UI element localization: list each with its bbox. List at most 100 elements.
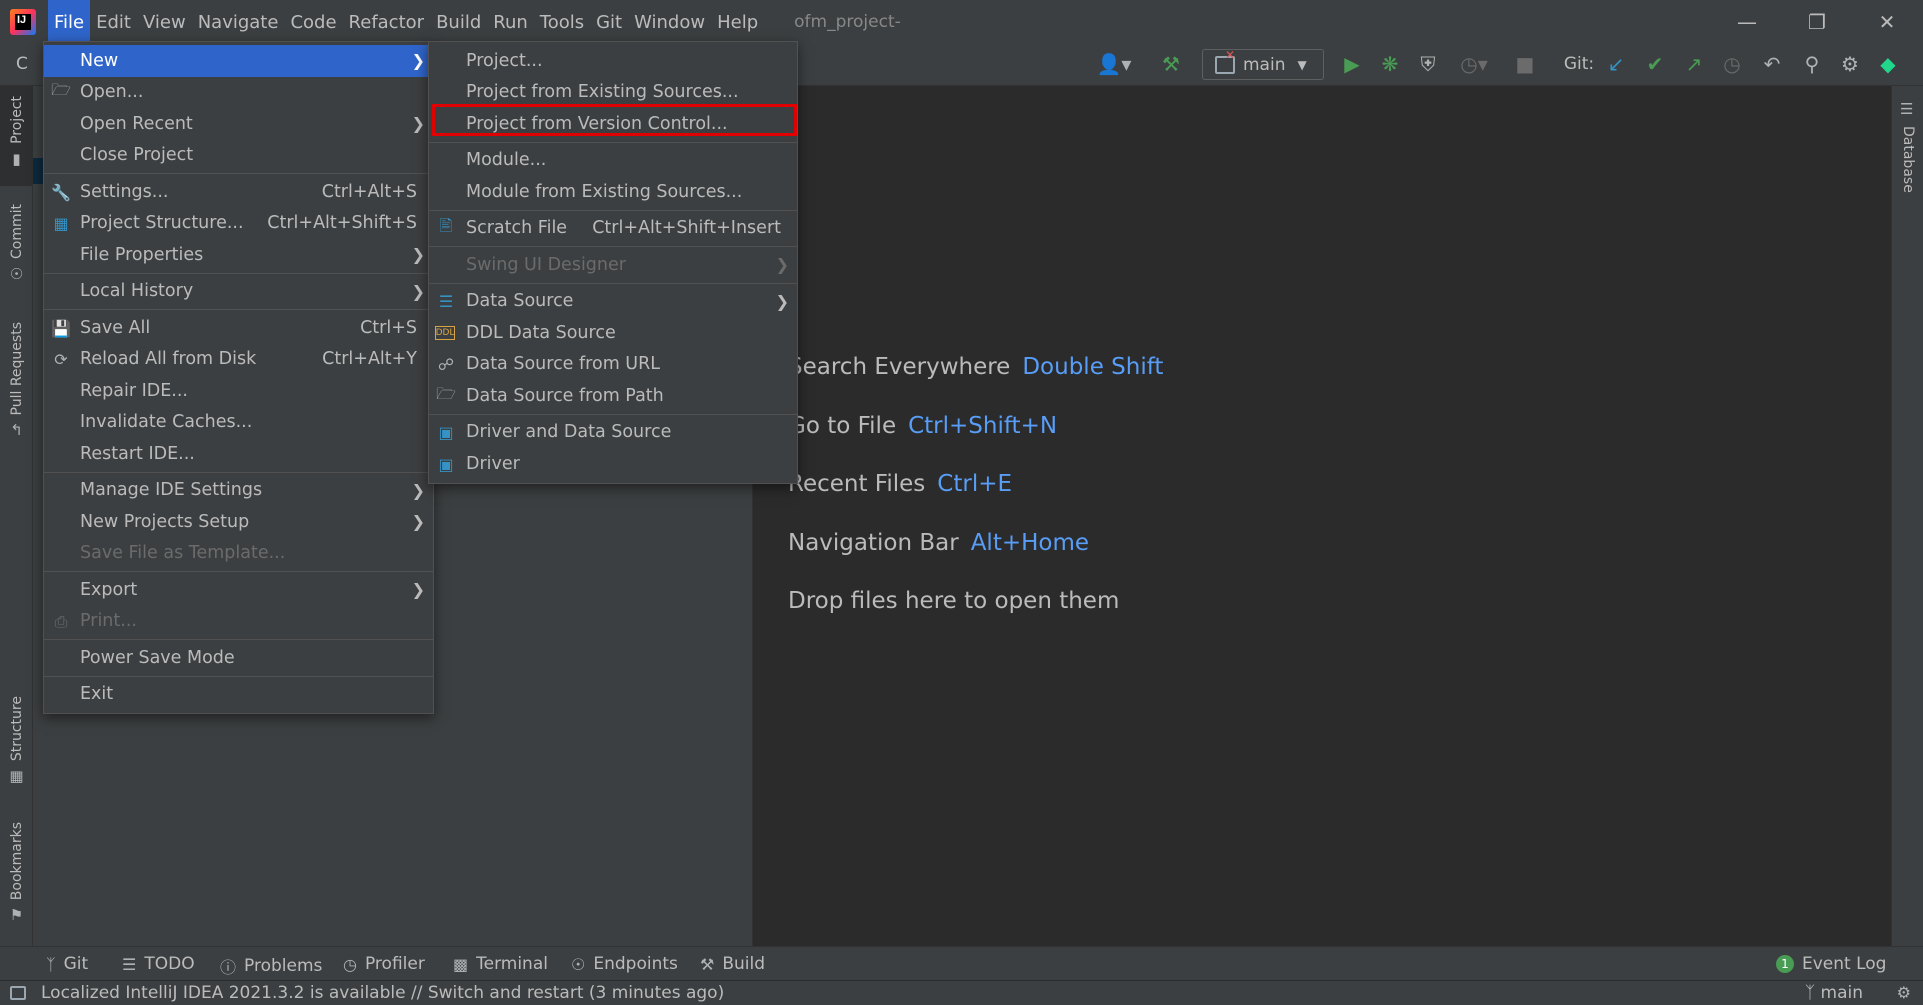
new-submenu: Project... Project from Existing Sources… [428,41,798,484]
tab-problems[interactable]: ⓘ Problems [220,954,322,978]
menu-item-local-history[interactable]: Local History ❯ [44,276,433,308]
menu-item-settings[interactable]: 🔧 Settings... Ctrl+Alt+S [44,176,433,208]
menu-item-scratch-file[interactable]: 🖹 Scratch File Ctrl+Alt+Shift+Insert [429,213,797,245]
menu-item-exit[interactable]: Exit [44,679,433,711]
git-history-icon[interactable]: ◷ [1720,51,1744,77]
plugin-logo-icon[interactable]: ◆ [1876,51,1900,77]
status-message[interactable]: Localized IntelliJ IDEA 2021.3.2 is avai… [41,983,724,1003]
menu-edit[interactable]: Edit [90,0,137,43]
menu-item-project-from-existing-sources[interactable]: Project from Existing Sources... [429,77,797,109]
menu-separator [429,282,797,284]
ddl-icon: DDL [435,326,455,340]
menu-separator [44,272,433,274]
run-config-label: main [1243,54,1286,75]
chevron-right-icon: ❯ [411,51,425,71]
run-configuration-combo[interactable]: main ▼ [1202,48,1324,80]
profile-dropdown-icon[interactable]: ◷▾ [1452,51,1496,77]
run-icon[interactable]: ▶ [1340,51,1364,77]
user-dropdown-icon[interactable]: 👤▾ [1094,51,1134,77]
hammer-icon: ⚒ [700,954,715,974]
menu-window[interactable]: Window [628,0,711,43]
menu-item-project-structure[interactable]: ▦ Project Structure... Ctrl+Alt+Shift+S [44,208,433,240]
menu-item-driver[interactable]: ▣ Driver [429,448,797,480]
menu-item-data-source-from-path[interactable]: 🗁 Data Source from Path [429,380,797,412]
menu-item-module-from-existing-sources[interactable]: Module from Existing Sources... [429,176,797,208]
menu-item-new[interactable]: New ❯ [44,45,433,77]
chevron-right-icon: ❯ [411,245,425,265]
tab-endpoints[interactable]: ☉ Endpoints [571,954,678,974]
git-commit-icon[interactable]: ✔ [1643,51,1667,77]
menu-item-export[interactable]: Export ❯ [44,574,433,606]
menu-item-open[interactable]: 🗁 Open... [44,77,433,109]
menu-item-print: ⎙ Print... [44,606,433,638]
stop-icon[interactable]: ■ [1514,51,1536,77]
gear-icon[interactable]: ⚙ [1838,51,1862,77]
menu-item-repair-ide[interactable]: Repair IDE... [44,375,433,407]
restore-button[interactable]: ❐ [1782,0,1852,43]
chevron-right-icon: ❯ [411,580,425,600]
menu-file[interactable]: File [48,0,91,43]
menu-item-manage-ide-settings[interactable]: Manage IDE Settings ❯ [44,475,433,507]
status-branch[interactable]: ᛉ main [1805,983,1863,1003]
menu-item-power-save-mode[interactable]: Power Save Mode [44,642,433,674]
build-hammer-icon[interactable]: ⚒ [1158,51,1184,77]
rollback-icon[interactable]: ↶ [1760,51,1784,77]
tab-bookmarks[interactable]: Bookmarks ⚑ [0,822,33,942]
coverage-icon[interactable]: ⛨ [1416,51,1440,77]
tab-profiler[interactable]: ◷ Profiler [343,954,425,974]
project-structure-icon: ▦ [53,214,69,233]
menu-item-data-source[interactable]: ☰ Data Source ❯ [429,286,797,318]
menu-item-module[interactable]: Module... [429,145,797,177]
tab-todo[interactable]: ☰ TODO [122,954,195,974]
printer-icon: ⎙ [54,611,68,631]
file-menu: New ❯ 🗁 Open... Open Recent ❯ Close Project… [43,41,434,714]
hint-recent-files: Recent Files Ctrl+E [788,471,1013,497]
menu-item-project-from-version-control[interactable]: Project from Version Control... [429,108,797,140]
database-icon: ☰ [438,292,454,311]
tab-structure[interactable]: Structure ▦ [0,696,33,806]
minimize-button[interactable]: — [1712,0,1782,43]
debug-icon[interactable]: ❋ [1378,51,1402,77]
menu-tools[interactable]: Tools [534,0,590,43]
intellij-logo-icon[interactable]: IJ [10,8,36,35]
menu-item-restart-ide[interactable]: Restart IDE... [44,438,433,470]
tab-build[interactable]: ⚒ Build [700,954,765,974]
inspection-icon[interactable]: ⚙ [1897,983,1911,1002]
tab-database[interactable]: Database [1900,126,1916,193]
chevron-right-icon: ❯ [775,291,789,311]
menu-item-file-properties[interactable]: File Properties ❯ [44,239,433,271]
menu-item-driver-and-data-source[interactable]: ▣ Driver and Data Source [429,417,797,449]
menu-refactor[interactable]: Refactor [343,0,431,43]
menu-build[interactable]: Build [430,0,487,43]
endpoints-icon: ☉ [571,954,586,974]
menu-code[interactable]: Code [284,0,342,43]
tab-git[interactable]: ᛉ Git [46,954,88,974]
git-push-icon[interactable]: ↗ [1682,51,1706,77]
tab-commit[interactable]: Commit ☉ [0,204,33,304]
tab-terminal[interactable]: ▩ Terminal [453,954,548,974]
panel-toggle-icon[interactable] [10,986,26,1000]
tab-pull-requests[interactable]: Pull Requests ↰ [0,322,33,462]
menu-item-invalidate-caches[interactable]: Invalidate Caches... [44,407,433,439]
menu-item-close-project[interactable]: Close Project [44,140,433,172]
search-icon[interactable]: ⚲ [1800,51,1824,77]
menu-navigate[interactable]: Navigate [192,0,285,43]
menu-item-new-project[interactable]: Project... [429,45,797,77]
menu-git[interactable]: Git [590,0,628,43]
menu-item-save-all[interactable]: 💾 Save All Ctrl+S [44,312,433,344]
hint-shortcut: Double Shift [1022,354,1164,380]
menu-item-new-projects-setup[interactable]: New Projects Setup ❯ [44,506,433,538]
close-window-button[interactable]: ✕ [1852,0,1922,43]
tab-event-log[interactable]: 1 Event Log [1776,954,1886,974]
menu-run[interactable]: Run [487,0,534,43]
terminal-icon: ▩ [453,954,469,974]
menu-item-open-recent[interactable]: Open Recent ❯ [44,108,433,140]
git-update-icon[interactable]: ↙ [1604,51,1628,77]
menu-view[interactable]: View [137,0,192,43]
menu-item-reload-all[interactable]: ⟳ Reload All from Disk Ctrl+Alt+Y [44,344,433,376]
tab-project[interactable]: Project ▮ [0,86,33,186]
menu-help[interactable]: Help [711,0,764,43]
menu-item-data-source-from-url[interactable]: ☍ Data Source from URL [429,349,797,381]
menu-item-ddl-data-source[interactable]: DDL DDL Data Source [429,317,797,349]
menu-separator [44,471,433,473]
